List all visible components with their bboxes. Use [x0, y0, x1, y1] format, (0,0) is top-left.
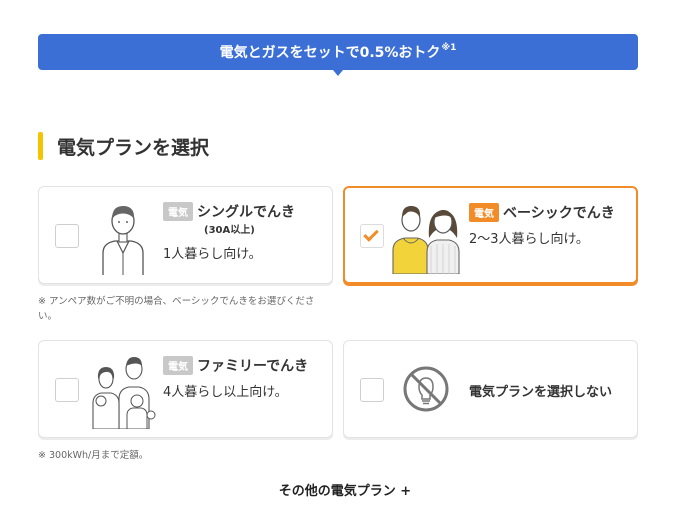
plan-head-basic: 電気 ベーシックでんき [469, 202, 615, 223]
plan-card-none[interactable]: 電気プランを選択しない [343, 340, 638, 438]
plan-desc-family: 4人暮らし以上向け。 [163, 385, 288, 400]
more-plans-link[interactable]: その他の電気プラン + [0, 480, 690, 499]
plan-head-single: 電気 シングルでんき [163, 201, 295, 222]
no-bulb-icon [403, 366, 449, 412]
plan-name-family: ファミリーでんき [197, 358, 309, 375]
plan-label-none: 電気プランを選択しない [469, 385, 613, 400]
plan-name-single: シングルでんき [197, 204, 295, 221]
plan-card-single[interactable]: 電気 シングルでんき (30A以上) 1人暮らし向け。 [38, 186, 333, 284]
section-accent-bar [38, 132, 43, 160]
section-title: 電気プランを選択 [57, 136, 210, 159]
plan-badge: 電気 [163, 202, 193, 221]
plan-head-family: 電気 ファミリーでんき [163, 355, 308, 376]
plan-checkbox-none[interactable] [360, 378, 384, 402]
plan-name-basic: ベーシックでんき [503, 205, 615, 222]
fixed-rate-note: ※ 300kWh/月まで定額。 [38, 450, 149, 461]
plan-checkbox-basic[interactable] [360, 224, 384, 248]
promo-note-mark: ※1 [441, 43, 457, 53]
plan-card-basic[interactable]: 電気 ベーシックでんき 2〜3人暮らし向け。 [343, 186, 638, 284]
plan-desc-basic: 2〜3人暮らし向け。 [469, 232, 589, 247]
plan-card-family[interactable]: 電気 ファミリーでんき 4人暮らし以上向け。 [38, 340, 333, 438]
checkmark-icon [363, 226, 379, 242]
plan-checkbox-single[interactable] [55, 224, 79, 248]
plan-desc-single: 1人暮らし向け。 [163, 247, 262, 262]
plan-badge: 電気 [469, 203, 499, 222]
banner-arrow-icon [333, 70, 343, 76]
plan-sub-single: (30A以上) [204, 225, 255, 236]
section-header: 電気プランを選択 [38, 132, 209, 160]
family-icon [92, 357, 156, 429]
person-icon [102, 206, 144, 275]
ampere-note: ※ アンペア数がご不明の場合、ベーシックでんきをお選びください。 [38, 296, 315, 322]
couple-icon [392, 206, 460, 274]
promo-banner: 電気とガスをセットで0.5%おトク ※1 [38, 34, 638, 70]
plan-checkbox-family[interactable] [55, 378, 79, 402]
promo-banner-text: 電気とガスをセットで0.5%おトク [219, 45, 441, 61]
plan-badge: 電気 [163, 356, 193, 375]
